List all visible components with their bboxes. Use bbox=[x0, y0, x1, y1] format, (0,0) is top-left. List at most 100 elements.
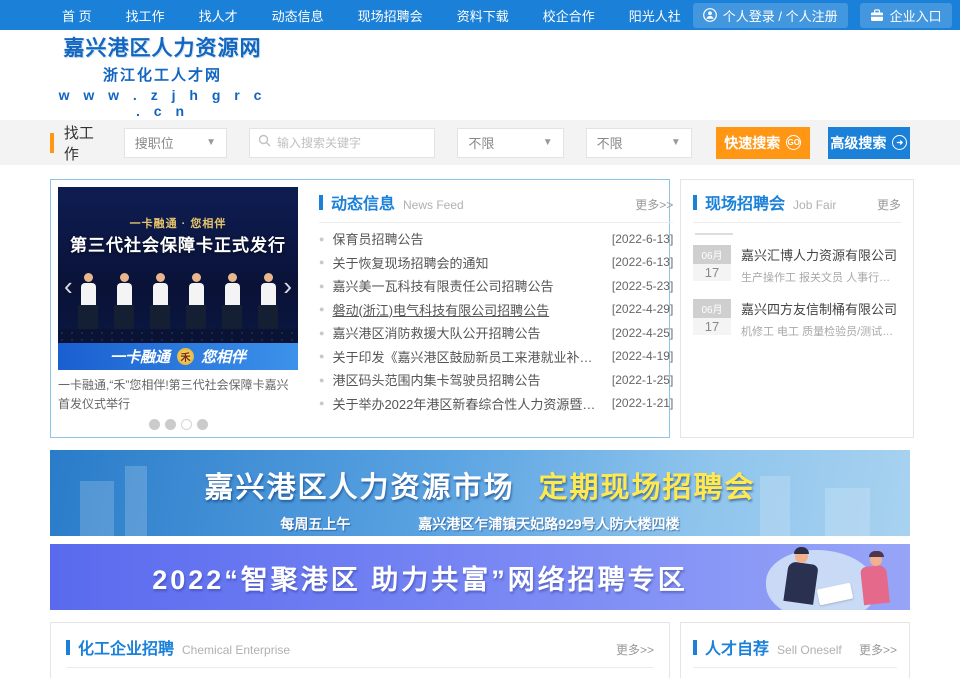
bullet-icon: ● bbox=[319, 257, 324, 267]
logo-url: w w w . z j h g r c . c n bbox=[55, 87, 270, 119]
slide-big-title: 第三代社会保障卡正式发行 bbox=[58, 231, 298, 256]
bullet-icon: ● bbox=[319, 398, 324, 408]
search-icon bbox=[258, 134, 271, 152]
personal-login-label: 个人登录 / 个人注册 bbox=[723, 6, 838, 25]
carousel: 一卡融通 · 您相伴 第三代社会保障卡正式发行 一卡融通 禾 您 bbox=[51, 180, 305, 437]
job-fair-jobs: 机修工 电工 质量检验员/测试员 叉车... bbox=[741, 323, 901, 339]
job-fair-company[interactable]: 嘉兴汇博人力资源有限公司 bbox=[741, 245, 901, 264]
bullet-icon: ● bbox=[319, 351, 324, 361]
slide-small-title: 一卡融通 · 您相伴 bbox=[58, 215, 298, 231]
enterprise-entry-button[interactable]: 企业入口 bbox=[860, 3, 952, 28]
talent-panel: 人才自荐 Sell Oneself 更多>> P243243 男 | 嘉兴市->… bbox=[680, 622, 910, 678]
news-item: ●关于印发《嘉兴港区鼓励新员工来港就业补助操作...[2022-4-19] bbox=[319, 345, 673, 369]
news-item: ●嘉兴港区消防救援大队公开招聘公告[2022-4-25] bbox=[319, 321, 673, 345]
carousel-next-arrow[interactable]: › bbox=[283, 273, 292, 299]
chevron-down-icon: ▼ bbox=[671, 137, 681, 148]
job-fair-item: 06月 17 嘉兴四方友信制桶有限公司 机修工 电工 质量检验员/测试员 叉车.… bbox=[693, 299, 901, 339]
job-fair-jobs: 生产操作工 报关文员 人事行政助理... bbox=[741, 269, 901, 285]
job-fair-banner[interactable]: 嘉兴港区人力资源市场 定期现场招聘会 每周五上午 嘉兴港区乍浦镇天妃路929号人… bbox=[50, 450, 910, 536]
blue-accent-bar bbox=[693, 640, 697, 655]
talent-title: 人才自荐 bbox=[705, 635, 769, 659]
carousel-dot[interactable] bbox=[165, 419, 176, 430]
carousel-dot-active[interactable] bbox=[181, 419, 192, 430]
blue-accent-bar bbox=[66, 640, 70, 655]
coin-icon: 禾 bbox=[177, 348, 194, 365]
carousel-dot[interactable] bbox=[197, 419, 208, 430]
bullet-icon: ● bbox=[319, 234, 324, 244]
banner2-illustration bbox=[754, 544, 904, 610]
news-title: 动态信息 bbox=[331, 190, 395, 214]
news-item: ●关于举办2022年港区新春综合性人力资源暨春风...[2022-1-21] bbox=[319, 392, 673, 416]
news-list: ●保育员招聘公告[2022-6-13] ●关于恢复现场招聘会的通知[2022-6… bbox=[319, 227, 673, 415]
chemical-enterprise-panel: 化工企业招聘 Chemical Enterprise 更多>> 嘉兴石化有限公司… bbox=[50, 622, 670, 678]
carousel-prev-arrow[interactable]: ‹ bbox=[64, 273, 73, 299]
carousel-dot[interactable] bbox=[149, 419, 160, 430]
news-item: ●磐动(浙江)电气科技有限公司招聘公告[2022-4-29] bbox=[319, 298, 673, 322]
nav-item-sunshine-hr[interactable]: 阳光人社 bbox=[629, 6, 681, 25]
news-item: ●关于恢复现场招聘会的通知[2022-6-13] bbox=[319, 251, 673, 275]
bullet-icon: ● bbox=[319, 304, 324, 314]
divider bbox=[695, 233, 733, 235]
site-logo[interactable]: 嘉兴港区人力资源网 浙江化工人才网 w w w . z j h g r c . … bbox=[55, 32, 270, 119]
nav-links: 首 页 找工作 找人才 动态信息 现场招聘会 资料下载 校企合作 阳光人社 bbox=[62, 6, 681, 25]
filter2-select[interactable]: 不限 ▼ bbox=[586, 128, 692, 158]
job-fair-title: 现场招聘会 bbox=[705, 190, 785, 214]
job-fair-company[interactable]: 嘉兴四方友信制桶有限公司 bbox=[741, 299, 901, 318]
logo-subtitle: 浙江化工人才网 bbox=[55, 64, 270, 85]
blue-accent-bar bbox=[693, 195, 697, 210]
person-icon bbox=[703, 8, 717, 22]
bullet-icon: ● bbox=[319, 375, 324, 385]
search-category-select[interactable]: 搜职位 ▼ bbox=[124, 128, 227, 158]
talent-more-link[interactable]: 更多>> bbox=[859, 641, 897, 658]
chemical-subtitle: Chemical Enterprise bbox=[182, 643, 290, 657]
orange-accent-bar bbox=[50, 133, 54, 153]
carousel-dots bbox=[58, 419, 298, 430]
news-feed: 动态信息 News Feed 更多>> ●保育员招聘公告[2022-6-13] … bbox=[305, 180, 687, 437]
chevron-down-icon: ▼ bbox=[206, 137, 216, 148]
banner1-schedule: 每周五上午 bbox=[280, 516, 350, 532]
advanced-search-button[interactable]: 高级搜索 ➜ bbox=[828, 127, 910, 159]
date-badge: 06月 17 bbox=[693, 299, 731, 339]
chevron-down-icon: ▼ bbox=[543, 137, 553, 148]
nav-item-school-coop[interactable]: 校企合作 bbox=[543, 6, 595, 25]
briefcase-icon bbox=[870, 9, 884, 22]
personal-login-button[interactable]: 个人登录 / 个人注册 bbox=[693, 3, 848, 28]
job-fair-more-link[interactable]: 更多 bbox=[877, 196, 901, 213]
blue-accent-bar bbox=[319, 195, 323, 210]
news-panel: 一卡融通 · 您相伴 第三代社会保障卡正式发行 一卡融通 禾 您 bbox=[50, 179, 670, 438]
date-badge: 06月 17 bbox=[693, 245, 731, 285]
nav-item-news[interactable]: 动态信息 bbox=[272, 6, 324, 25]
filter1-select[interactable]: 不限 ▼ bbox=[457, 128, 563, 158]
banner1-title-white: 嘉兴港区人力资源市场 bbox=[204, 472, 514, 504]
bullet-icon: ● bbox=[319, 281, 324, 291]
news-item: ●港区码头范围内集卡驾驶员招聘公告[2022-1-25] bbox=[319, 368, 673, 392]
nav-item-find-job[interactable]: 找工作 bbox=[126, 6, 165, 25]
go-icon: GO bbox=[786, 135, 801, 150]
job-fair-subtitle: Job Fair bbox=[793, 198, 836, 212]
enterprise-entry-label: 企业入口 bbox=[890, 6, 942, 25]
keyword-input[interactable] bbox=[277, 136, 426, 150]
chemical-more-link[interactable]: 更多>> bbox=[616, 641, 654, 658]
slide-bottom-banner: 一卡融通 禾 您相伴 bbox=[58, 343, 298, 370]
bullet-icon: ● bbox=[319, 328, 324, 338]
nav-item-find-talent[interactable]: 找人才 bbox=[199, 6, 238, 25]
nav-item-home[interactable]: 首 页 bbox=[62, 6, 92, 25]
news-more-link[interactable]: 更多>> bbox=[635, 196, 673, 213]
nav-item-job-fair[interactable]: 现场招聘会 bbox=[358, 6, 423, 25]
online-recruitment-banner[interactable]: 2022“智聚港区 助力共富”网络招聘专区 bbox=[50, 544, 910, 610]
arrow-right-icon: ➜ bbox=[892, 135, 907, 150]
carousel-slide[interactable]: 一卡融通 · 您相伴 第三代社会保障卡正式发行 一卡融通 禾 您 bbox=[58, 187, 298, 370]
keyword-search-box[interactable] bbox=[249, 128, 435, 158]
banner1-title-yellow: 定期现场招聘会 bbox=[539, 472, 756, 504]
nav-item-downloads[interactable]: 资料下载 bbox=[457, 6, 509, 25]
news-subtitle: News Feed bbox=[403, 198, 464, 212]
quick-search-button[interactable]: 快速搜索 GO bbox=[716, 127, 810, 159]
slide-people-graphic bbox=[58, 273, 298, 331]
search-strip: 找工作 搜职位 ▼ 不限 ▼ 不限 ▼ 快速搜索 GO 高级搜索 ➜ bbox=[0, 120, 960, 165]
talent-subtitle: Sell Oneself bbox=[777, 643, 842, 657]
carousel-caption[interactable]: 一卡融通,“禾”您相伴!第三代社会保障卡嘉兴首发仪式举行 bbox=[58, 376, 298, 413]
slide-led-floor bbox=[58, 329, 298, 343]
banner1-address: 嘉兴港区乍浦镇天妃路929号人防大楼四楼 bbox=[418, 516, 679, 532]
chemical-title: 化工企业招聘 bbox=[78, 635, 174, 659]
top-navbar: 首 页 找工作 找人才 动态信息 现场招聘会 资料下载 校企合作 阳光人社 个人… bbox=[0, 0, 960, 30]
